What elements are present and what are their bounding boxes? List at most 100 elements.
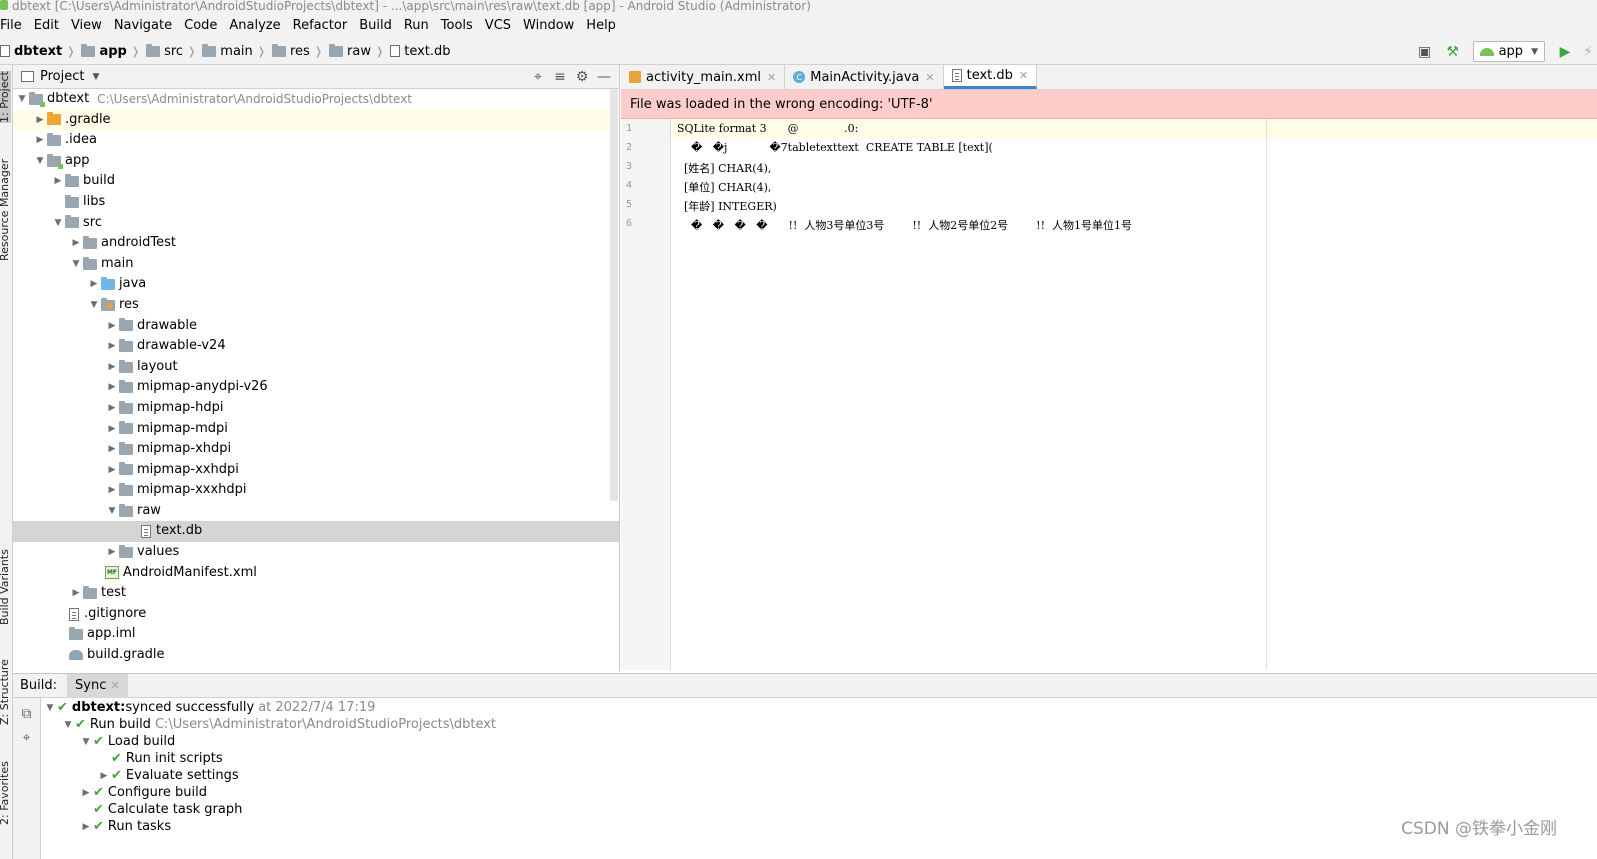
- menu-navigate[interactable]: Navigate: [108, 14, 178, 38]
- gear-icon[interactable]: ⚙: [571, 69, 593, 85]
- chevron-right-icon[interactable]: ▶: [105, 398, 119, 419]
- code-editor[interactable]: 1 2 3 4 5 6 SQLite format 3 @ .0: � �j �…: [621, 119, 1597, 670]
- tool-window-resource-manager[interactable]: Resource Manager: [0, 159, 11, 261]
- tool-window-build-variants[interactable]: Build Variants: [0, 549, 11, 625]
- chevron-down-icon[interactable]: ▼: [87, 295, 101, 316]
- chevron-right-icon[interactable]: ▶: [79, 819, 93, 836]
- tree-item-drawable-v24[interactable]: ▶ drawable-v24: [13, 336, 619, 357]
- menu-help[interactable]: Help: [580, 14, 622, 38]
- tree-item-build[interactable]: ▶ build: [13, 171, 619, 192]
- tool-window-structure[interactable]: Z: Structure: [0, 659, 11, 725]
- menu-code[interactable]: Code: [178, 14, 223, 38]
- chevron-down-icon[interactable]: ▼: [51, 213, 65, 234]
- hammer-icon[interactable]: ⚒: [1442, 41, 1464, 63]
- chevron-right-icon[interactable]: ▶: [105, 419, 119, 440]
- tree-item-libs[interactable]: libs: [13, 192, 619, 213]
- run-icon[interactable]: ▶: [1554, 41, 1576, 63]
- tab-mainactivity-java[interactable]: C MainActivity.java ✕: [785, 65, 944, 89]
- run-configuration-select[interactable]: app ▼: [1472, 41, 1545, 62]
- tree-item-drawable[interactable]: ▶ drawable: [13, 316, 619, 337]
- chevron-right-icon[interactable]: ▶: [69, 583, 83, 604]
- locate-icon[interactable]: ⌖: [527, 69, 549, 85]
- chevron-right-icon[interactable]: ▶: [105, 542, 119, 563]
- tree-item-mipmap-hdpi[interactable]: ▶ mipmap-hdpi: [13, 398, 619, 419]
- project-view-select[interactable]: Project: [40, 69, 84, 84]
- breadcrumb-text-db[interactable]: text.db: [390, 44, 451, 59]
- menu-vcs[interactable]: VCS: [479, 14, 517, 38]
- chevron-down-icon[interactable]: ▼: [15, 89, 29, 110]
- breadcrumb-app[interactable]: app ❭: [81, 43, 140, 59]
- chevron-down-icon[interactable]: ▼: [105, 501, 119, 522]
- menu-build[interactable]: Build: [353, 14, 398, 38]
- close-icon[interactable]: ✕: [925, 71, 934, 84]
- menu-edit[interactable]: Edit: [28, 14, 65, 38]
- chevron-right-icon[interactable]: ▶: [33, 110, 47, 131]
- tree-item-java[interactable]: ▶ java: [13, 274, 619, 295]
- menu-refactor[interactable]: Refactor: [287, 14, 354, 38]
- apply-changes-icon[interactable]: ⚡: [1582, 41, 1594, 63]
- tree-item-androidtest[interactable]: ▶ androidTest: [13, 233, 619, 254]
- tree-item-gradle[interactable]: ▶ .gradle: [13, 109, 619, 131]
- chevron-down-icon[interactable]: ▼: [69, 254, 83, 275]
- build-row-run-tasks[interactable]: ▶ ✔ Run tasks: [79, 819, 172, 836]
- chevron-down-icon[interactable]: ▼: [92, 72, 99, 82]
- tab-activity-main-xml[interactable]: activity_main.xml ✕: [621, 65, 786, 89]
- chevron-right-icon[interactable]: ▶: [97, 768, 111, 785]
- chevron-right-icon[interactable]: ▶: [87, 274, 101, 295]
- chevron-right-icon[interactable]: ▶: [105, 377, 119, 398]
- build-row-load-build[interactable]: ▼ ✔ Load build: [79, 734, 176, 751]
- tree-item-gitignore[interactable]: .gitignore: [13, 604, 619, 625]
- breadcrumb-src[interactable]: src ❭: [146, 43, 196, 59]
- build-row-sync[interactable]: ▼ ✔ dbtext: synced successfully at 2022/7/4…: [43, 700, 376, 717]
- chevron-down-icon[interactable]: ▼: [61, 717, 75, 734]
- menu-file[interactable]: File: [0, 14, 28, 38]
- chevron-right-icon[interactable]: ▶: [105, 316, 119, 337]
- collapse-all-icon[interactable]: ≡: [549, 69, 571, 85]
- breadcrumb-raw[interactable]: raw ❭: [329, 43, 384, 59]
- tree-item-dbtext[interactable]: ▼ dbtext C:\Users\Administrator\AndroidStu…: [13, 89, 619, 110]
- chevron-right-icon[interactable]: ▶: [105, 357, 119, 378]
- tree-item-test[interactable]: ▶ test: [13, 583, 619, 604]
- tree-item-src[interactable]: ▼ src: [13, 213, 619, 234]
- menu-tools[interactable]: Tools: [435, 14, 479, 38]
- menu-analyze[interactable]: Analyze: [223, 14, 286, 38]
- chevron-down-icon[interactable]: ▼: [33, 151, 47, 172]
- chevron-right-icon[interactable]: ▶: [105, 480, 119, 501]
- build-row-run-build[interactable]: ▼ ✔ Run build C:\Users\Administrator\Androi…: [61, 717, 497, 734]
- pin-icon[interactable]: ⌖: [13, 730, 40, 746]
- tab-sync[interactable]: Sync ✕: [67, 673, 128, 698]
- terminal-window-icon[interactable]: ▣: [1414, 41, 1436, 63]
- tree-item-mipmap-xxhdpi[interactable]: ▶ mipmap-xxhdpi: [13, 460, 619, 481]
- tree-item-mipmap-xhdpi[interactable]: ▶ mipmap-xhdpi: [13, 439, 619, 460]
- hide-icon[interactable]: —: [593, 69, 615, 85]
- tree-item-app-iml[interactable]: app.iml: [13, 624, 619, 645]
- tree-item-layout[interactable]: ▶ layout: [13, 357, 619, 378]
- chevron-right-icon[interactable]: ▶: [51, 171, 65, 192]
- chevron-down-icon[interactable]: ▼: [43, 700, 57, 717]
- toggle-view-icon[interactable]: ⧉: [13, 706, 40, 722]
- tree-item-androidmanifest[interactable]: MF AndroidManifest.xml: [13, 563, 619, 584]
- close-icon[interactable]: ✕: [767, 71, 776, 84]
- close-icon[interactable]: ✕: [1019, 69, 1028, 82]
- chevron-right-icon[interactable]: ▶: [33, 130, 47, 151]
- tree-item-mipmap-mdpi[interactable]: ▶ mipmap-mdpi: [13, 419, 619, 440]
- build-row-configure-build[interactable]: ▶ ✔ Configure build: [79, 785, 207, 802]
- tree-item-main[interactable]: ▼ main: [13, 254, 619, 275]
- breadcrumb-res[interactable]: res ❭: [271, 43, 323, 59]
- build-row-run-init-scripts[interactable]: ✔ Run init scripts: [97, 751, 223, 768]
- chevron-down-icon[interactable]: ▼: [79, 734, 93, 751]
- build-row-calculate-task-graph[interactable]: ✔ Calculate task graph: [79, 802, 242, 819]
- breadcrumb-project[interactable]: dbtext ❭: [0, 44, 75, 59]
- tree-item-build-gradle[interactable]: build.gradle: [13, 645, 619, 666]
- menu-view[interactable]: View: [65, 14, 108, 38]
- tree-item-raw[interactable]: ▼ raw: [13, 501, 619, 522]
- build-row-evaluate-settings[interactable]: ▶ ✔ Evaluate settings: [97, 768, 239, 785]
- menu-window[interactable]: Window: [517, 14, 580, 38]
- tree-item-app[interactable]: ▼ app: [13, 151, 619, 172]
- tree-item-values[interactable]: ▶ values: [13, 542, 619, 563]
- project-scrollbar[interactable]: [610, 89, 618, 501]
- menu-run[interactable]: Run: [398, 14, 435, 38]
- chevron-right-icon[interactable]: ▶: [105, 336, 119, 357]
- breadcrumb-main[interactable]: main ❭: [202, 43, 266, 59]
- chevron-right-icon[interactable]: ▶: [105, 460, 119, 481]
